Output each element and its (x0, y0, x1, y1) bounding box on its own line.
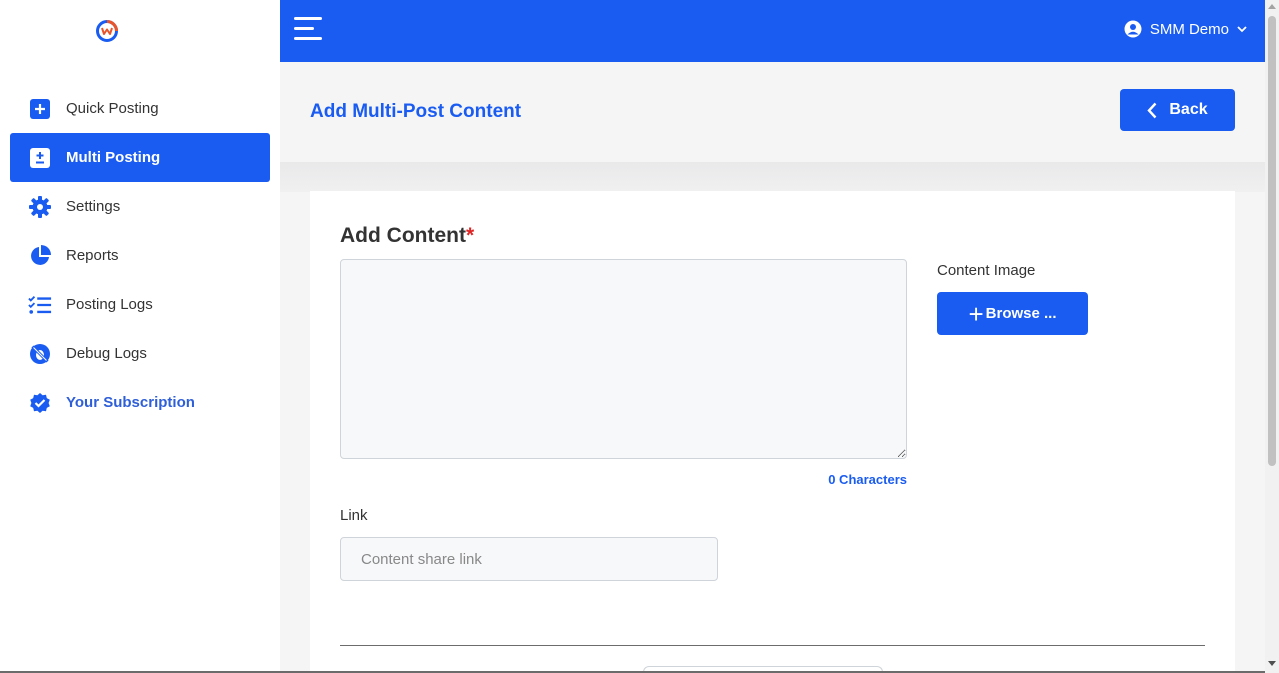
scroll-up-arrow-icon[interactable] (1268, 4, 1276, 9)
sidebar-item-label: Settings (66, 198, 121, 215)
browse-button-label: Browse ... (985, 305, 1057, 322)
sidebar-item-quick-posting[interactable]: Quick Posting (10, 84, 270, 133)
sidebar-item-label: Multi Posting (66, 149, 161, 166)
gear-icon (28, 195, 52, 219)
content-card: Add Content* 0 Characters Link Content I… (310, 191, 1235, 673)
sidebar-item-settings[interactable]: Settings (10, 182, 270, 231)
page-scrollbar[interactable] (1265, 0, 1279, 673)
sidebar-item-label: Debug Logs (66, 345, 147, 362)
sidebar-item-label: Reports (66, 247, 119, 264)
content-textarea[interactable] (340, 259, 907, 459)
header-shadow (280, 162, 1265, 192)
add-content-heading: Add Content* (340, 224, 474, 248)
scroll-down-arrow-icon[interactable] (1268, 661, 1276, 666)
user-name: SMM Demo (1149, 20, 1229, 38)
character-count: 0 Characters (828, 472, 907, 487)
checklist-icon (28, 293, 52, 317)
scroll-thumb[interactable] (1268, 16, 1276, 466)
bug-slash-icon (28, 342, 52, 366)
back-button-label: Back (1169, 101, 1208, 118)
link-input[interactable] (340, 537, 718, 581)
sidebar: Quick Posting Multi Posting Settings Rep… (0, 0, 280, 673)
chevron-left-icon (1147, 102, 1157, 118)
verified-badge-icon (28, 391, 52, 415)
back-button[interactable]: Back (1120, 89, 1235, 131)
app-logo-icon[interactable] (95, 19, 119, 43)
sidebar-item-label: Posting Logs (66, 296, 153, 313)
link-label: Link (340, 507, 368, 524)
sidebar-item-label: Quick Posting (66, 100, 159, 117)
section-divider (340, 645, 1205, 646)
browse-button[interactable]: + Browse ... (937, 292, 1088, 335)
sidebar-item-debug-logs[interactable]: Debug Logs (10, 329, 270, 378)
user-circle-icon (1124, 20, 1142, 38)
plus-icon: + (968, 298, 984, 329)
pie-chart-icon (28, 244, 52, 268)
plus-minus-square-icon (28, 146, 52, 170)
page-header: Add Multi-Post Content Back (280, 62, 1265, 162)
content-image-label: Content Image (937, 262, 1036, 279)
page-title: Add Multi-Post Content (310, 101, 522, 122)
sidebar-item-posting-logs[interactable]: Posting Logs (10, 280, 270, 329)
top-bar: SMM Demo (280, 0, 1265, 62)
sidebar-item-reports[interactable]: Reports (10, 231, 270, 280)
sidebar-item-your-subscription[interactable]: Your Subscription (10, 378, 270, 427)
sidebar-item-label: Your Subscription (66, 394, 195, 411)
hamburger-menu-icon[interactable] (294, 17, 324, 41)
chevron-down-icon (1237, 25, 1247, 32)
sidebar-nav: Quick Posting Multi Posting Settings Rep… (10, 84, 270, 427)
required-mark: * (465, 224, 475, 247)
plus-square-icon (28, 97, 52, 121)
user-menu[interactable]: SMM Demo (1124, 20, 1247, 38)
add-content-label: Add Content (340, 224, 466, 247)
sidebar-item-multi-posting[interactable]: Multi Posting (10, 133, 270, 182)
